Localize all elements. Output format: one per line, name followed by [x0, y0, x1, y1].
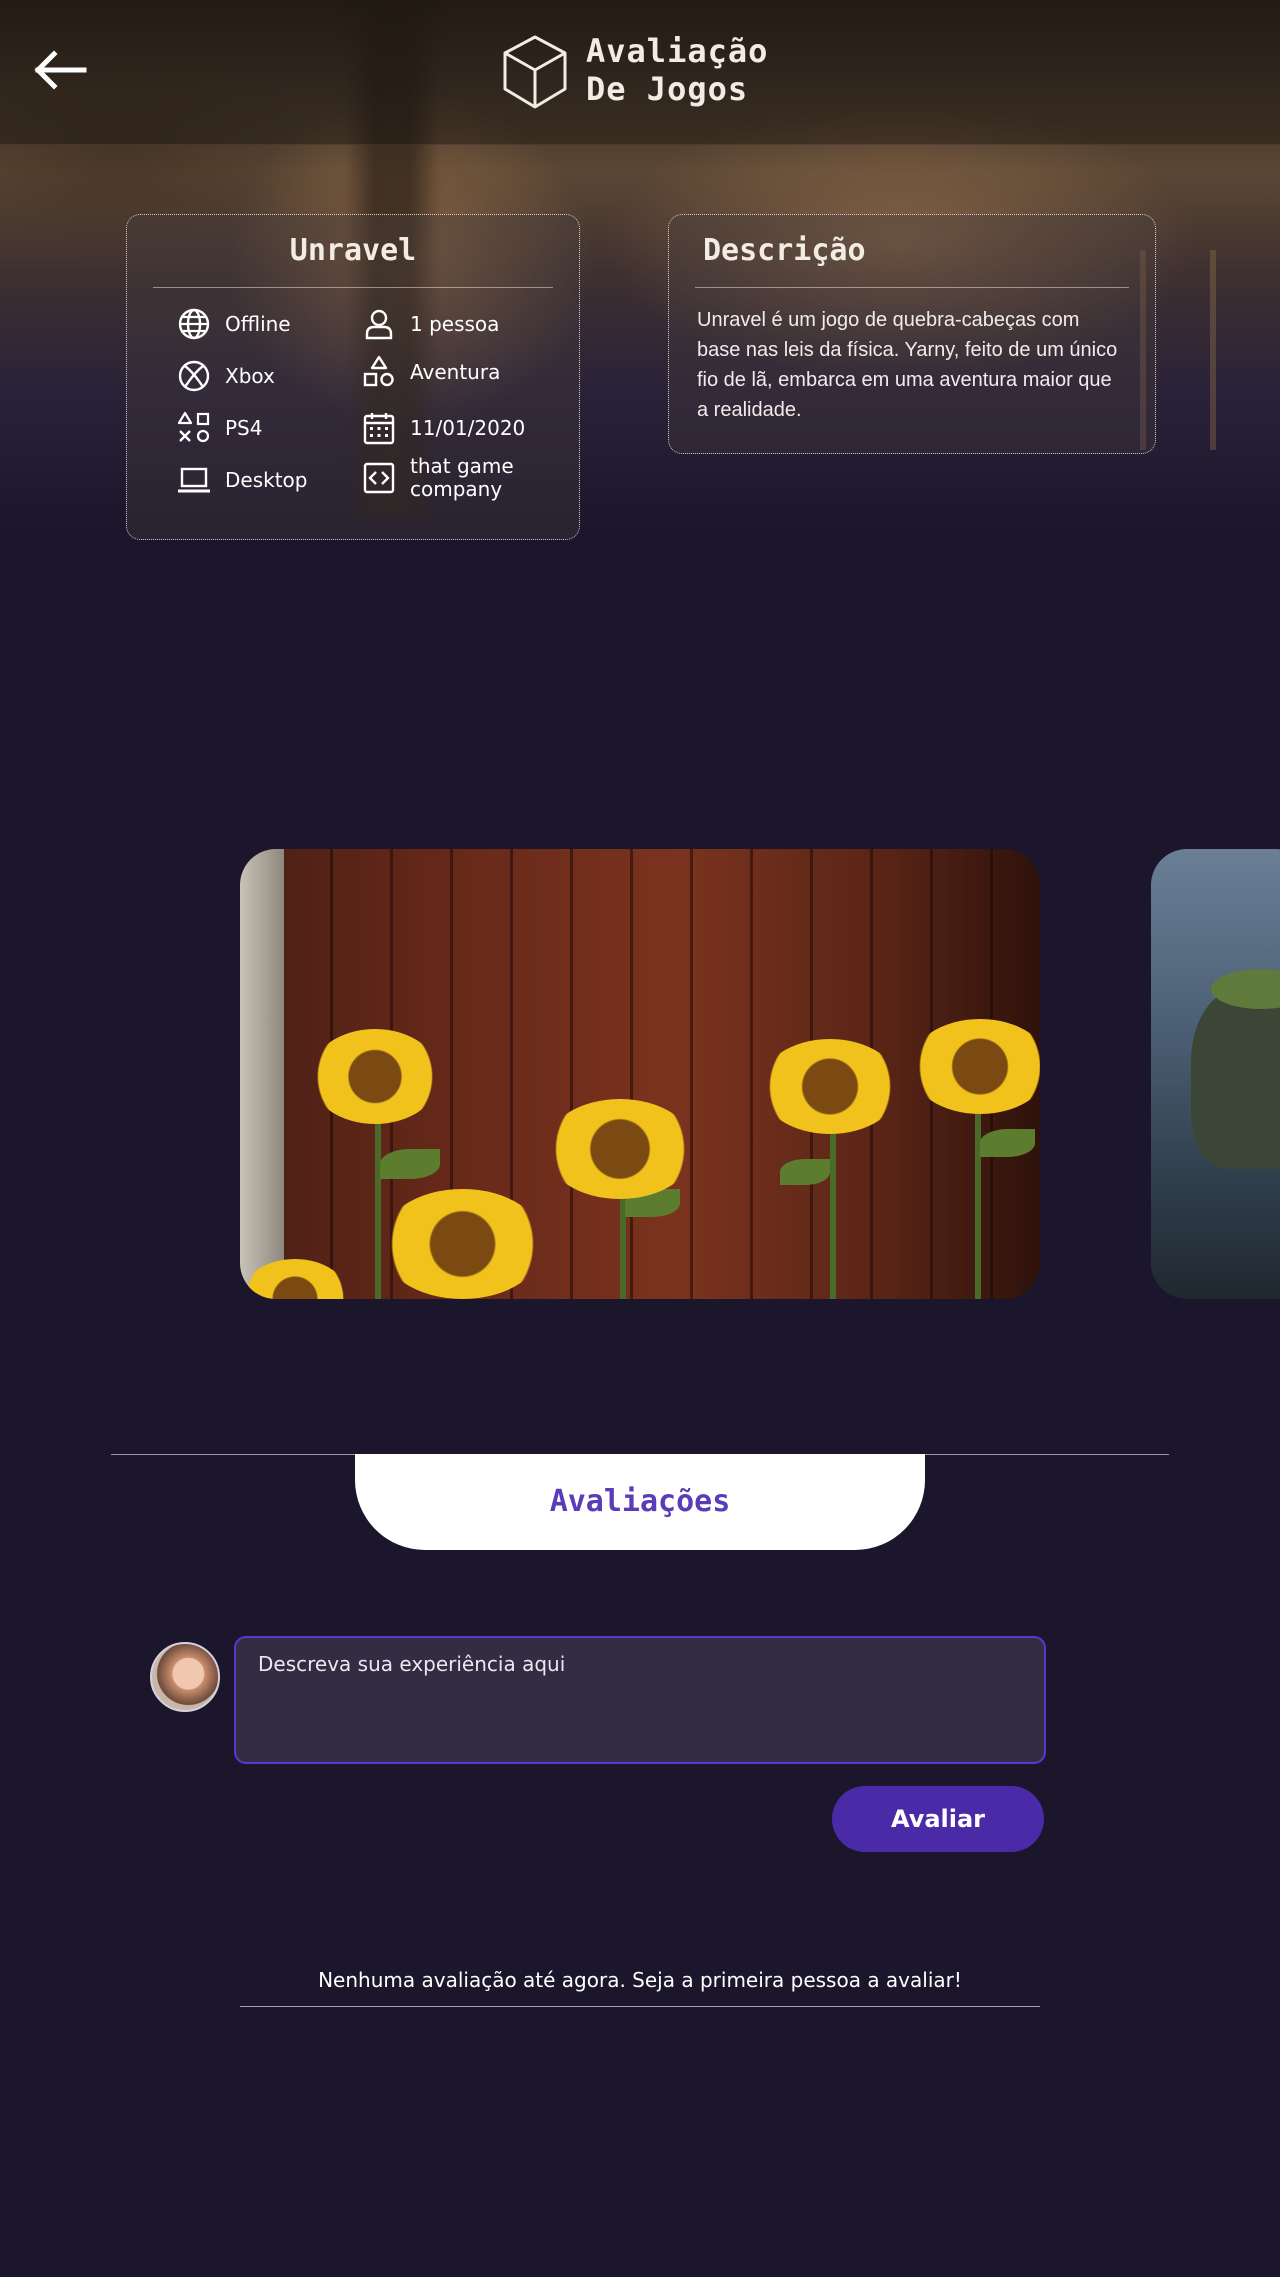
info-item-platform-desktop: Desktop	[177, 463, 307, 497]
image-detail	[380, 1189, 545, 1299]
fence-decoration	[1210, 250, 1216, 450]
info-item-genre: Aventura	[362, 355, 500, 389]
image-detail	[630, 849, 633, 1299]
user-avatar	[150, 1642, 220, 1712]
reviews-title: Avaliações	[549, 1484, 731, 1519]
image-detail	[240, 849, 284, 1299]
info-label: Desktop	[225, 467, 308, 492]
image-detail	[780, 1159, 830, 1185]
playstation-icon	[177, 411, 210, 443]
info-item-developer: that game company	[362, 455, 542, 501]
xbox-icon	[178, 360, 210, 392]
info-label: Aventura	[410, 359, 501, 384]
game-title: Unravel	[289, 233, 417, 268]
image-detail	[380, 1149, 440, 1179]
game-info-card: Unravel Offline 1 pessoa Xbox Aventura P…	[126, 214, 580, 540]
globe-icon	[178, 308, 210, 340]
laptop-icon	[178, 467, 210, 493]
info-item-release-date: 11/01/2020	[362, 411, 525, 445]
info-item-platform-xbox: Xbox	[177, 359, 275, 393]
divider	[240, 2006, 1040, 2007]
info-item-connectivity: Offline	[177, 307, 291, 341]
calendar-icon	[363, 413, 395, 445]
cube-icon	[503, 35, 567, 109]
screenshot-image[interactable]	[240, 849, 1040, 1299]
info-label: PS4	[225, 415, 263, 440]
divider	[153, 287, 553, 288]
image-detail	[980, 1129, 1035, 1157]
image-detail	[545, 1099, 695, 1199]
app-title-line1: Avaliação	[586, 32, 769, 70]
info-label: that game company	[410, 454, 514, 501]
info-label: Offline	[225, 311, 291, 336]
description-title: Descrição	[703, 233, 866, 268]
image-detail	[690, 849, 693, 1299]
app-title: Avaliação De Jogos	[586, 32, 826, 108]
description-text: Unravel é um jogo de quebra-cabeças com …	[697, 309, 1118, 421]
image-detail	[1191, 989, 1280, 1169]
info-item-platform-ps4: PS4	[177, 411, 262, 445]
image-detail	[910, 1019, 1040, 1114]
image-detail	[570, 849, 573, 1299]
code-icon	[363, 462, 395, 494]
screenshot-image-next[interactable]	[1151, 849, 1280, 1299]
info-item-players: 1 pessoa	[362, 307, 499, 341]
image-detail	[760, 1039, 900, 1134]
info-label: 11/01/2020	[410, 415, 526, 440]
image-detail	[750, 849, 753, 1299]
app-title-line2: De Jogos	[586, 70, 749, 108]
person-icon	[365, 309, 393, 340]
empty-reviews-message: Nenhuma avaliação até agora. Seja a prim…	[318, 1968, 962, 1992]
shapes-icon	[363, 355, 394, 387]
app-header: Avaliação De Jogos	[0, 0, 1280, 145]
info-label: 1 pessoa	[410, 311, 500, 336]
description-card: Descrição Unravel é um jogo de quebra-ca…	[668, 214, 1156, 454]
reviews-header: Avaliações	[355, 1454, 925, 1550]
arrow-left-icon	[34, 50, 87, 90]
info-label: Xbox	[225, 363, 275, 388]
divider	[695, 287, 1129, 288]
image-detail	[310, 1029, 440, 1124]
submit-review-button[interactable]: Avaliar	[832, 1786, 1044, 1852]
back-button[interactable]	[32, 48, 88, 92]
review-input[interactable]	[234, 1636, 1046, 1764]
